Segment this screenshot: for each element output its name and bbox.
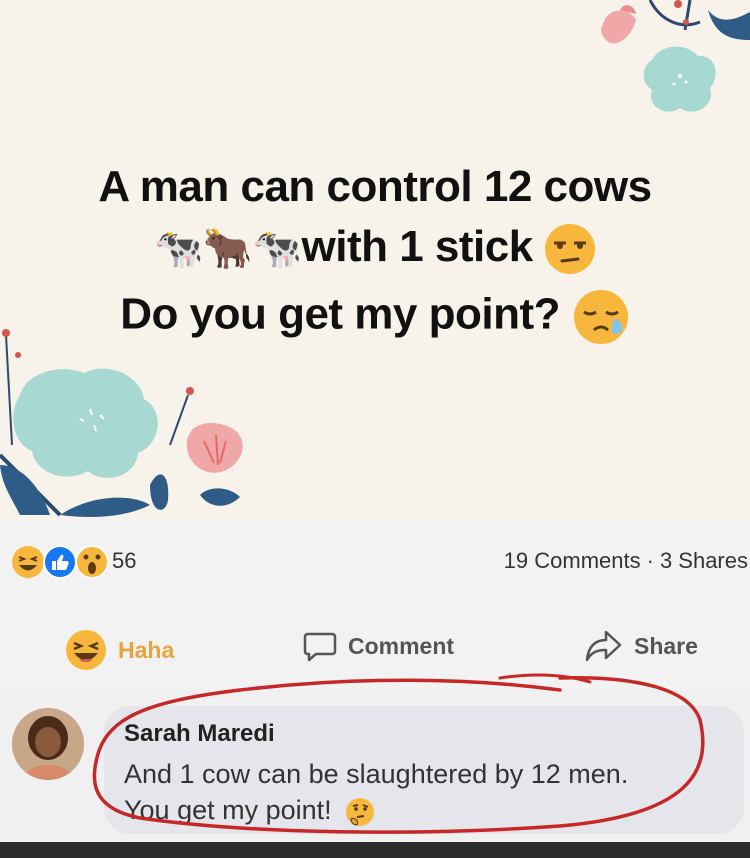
post-headline-line1: A man can control 12 cows — [98, 162, 652, 211]
avatar[interactable] — [12, 708, 84, 780]
unamused-emoji-icon — [545, 224, 596, 275]
haha-button[interactable]: Haha — [64, 628, 174, 672]
post-stats: 19 Comments · 3 Shares — [504, 548, 748, 574]
thinking-emoji-icon — [346, 797, 375, 826]
shares-count[interactable]: 3 Shares — [660, 548, 748, 573]
ox-icon: 🐂 — [202, 227, 253, 272]
share-icon — [585, 630, 622, 662]
haha-label: Haha — [118, 636, 175, 663]
bottom-bar — [0, 842, 750, 858]
share-button[interactable]: Share — [584, 628, 698, 664]
comment-label: Comment — [348, 632, 455, 659]
post-image[interactable]: A man can control 12 cows 🐄🐂🐄with 1 stic… — [0, 0, 750, 520]
share-label: Share — [634, 632, 698, 659]
post-headline-line3: Do you get my point? — [0, 288, 750, 346]
haha-emoji-icon — [66, 630, 106, 670]
comment-text-line2: You get my point! — [124, 795, 332, 825]
floral-decoration-top-right — [601, 0, 750, 112]
comment-text-line1: And 1 cow can be slaughtered by 12 men. — [124, 759, 629, 789]
post-headline-line2-text: with 1 stick — [301, 222, 534, 271]
comment-author[interactable]: Sarah Maredi — [124, 720, 275, 748]
wow-icon — [75, 545, 109, 579]
floral-decoration-left — [0, 329, 243, 517]
reaction-count[interactable]: 56 — [112, 548, 136, 574]
comments-count[interactable]: 19 Comments — [504, 548, 641, 573]
cow-icon: 🐄 — [252, 227, 302, 272]
haha-emoji-icon — [12, 546, 44, 578]
comment-text-line2-row: You get my point! — [124, 792, 724, 828]
like-icon — [43, 545, 77, 579]
comment-text: And 1 cow can be slaughtered by 12 men. … — [124, 756, 724, 828]
sleepy-emoji-icon — [573, 290, 628, 344]
comment-icon — [303, 632, 337, 662]
comment-button[interactable]: Comment — [302, 628, 454, 664]
stats-separator: · — [646, 548, 654, 573]
reaction-icons[interactable] — [10, 544, 110, 580]
cow-icon: 🐄 — [153, 227, 204, 272]
post-headline-line2: 🐄🐂🐄with 1 stick — [0, 222, 750, 275]
